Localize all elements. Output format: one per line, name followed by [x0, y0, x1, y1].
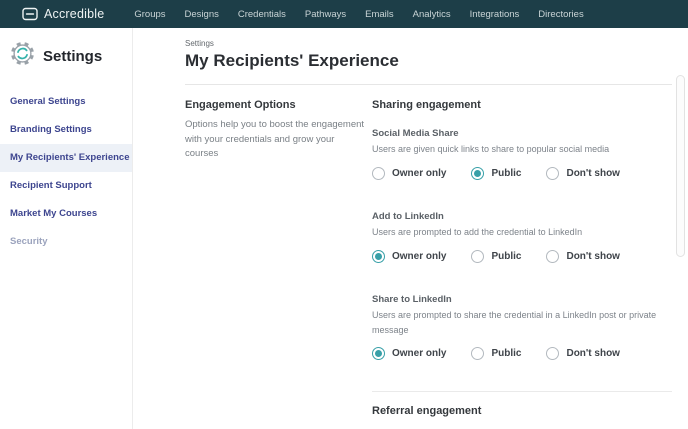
nav-item-pathways[interactable]: Pathways	[305, 9, 346, 20]
sidebar-item-recipient-support[interactable]: Recipient Support	[0, 172, 132, 200]
setting-group-description: Users are given quick links to share to …	[372, 144, 610, 154]
top-nav-items: Groups Designs Credentials Pathways Emails An…	[134, 9, 583, 20]
setting-group-description: Users are prompted to share the credenti…	[372, 309, 657, 335]
radio-button-icon[interactable]	[471, 347, 485, 361]
setting-group-title: Share to LinkedIn	[372, 293, 452, 305]
setting-group-social-media-share: Social Media Share Users are given quick…	[372, 128, 672, 180]
settings-sidebar: Settings General Settings Branding Settin…	[0, 28, 133, 429]
nav-item-analytics[interactable]: Analytics	[413, 9, 451, 20]
brand-logo[interactable]: Accredible	[22, 7, 104, 21]
radio-option-public[interactable]: Public	[471, 166, 521, 180]
sidebar-header: Settings	[0, 36, 132, 88]
engagement-options-column: Engagement Options Options help you to b…	[185, 99, 372, 429]
radio-option-don-t-show[interactable]: Don't show	[546, 347, 620, 361]
brand-name: Accredible	[44, 7, 105, 21]
radio-option-owner-only[interactable]: Owner only	[372, 347, 446, 361]
sidebar-nav: General Settings Branding Settings My Reci…	[0, 88, 132, 256]
radio-option-don-t-show[interactable]: Don't show	[546, 166, 620, 180]
title-divider	[185, 84, 672, 85]
scrollbar-thumb[interactable]	[676, 75, 685, 257]
radio-option-public[interactable]: Public	[471, 347, 521, 361]
setting-group-title: Social Media Share	[372, 128, 459, 139]
radio-option-owner-only[interactable]: Owner only	[372, 249, 446, 263]
nav-item-designs[interactable]: Designs	[185, 9, 219, 20]
radio-group: Owner only Public Don't show	[372, 249, 672, 263]
page-title: My Recipients' Experience	[185, 51, 399, 70]
settings-sections: Sharing engagement Social Media Share Us…	[372, 99, 672, 429]
section-heading: Sharing engagement	[372, 99, 481, 111]
radio-button-icon[interactable]	[471, 166, 485, 180]
nav-item-directories[interactable]: Directories	[538, 9, 583, 20]
radio-button-icon[interactable]	[372, 166, 385, 180]
section-heading: Referral engagement	[372, 405, 482, 418]
sidebar-title: Settings	[43, 47, 103, 65]
sidebar-item-branding-settings[interactable]: Branding Settings	[0, 116, 132, 144]
setting-group-description: Users are prompted to add the credential…	[372, 226, 583, 237]
top-nav: Accredible Groups Designs Credentials Pathw…	[0, 0, 688, 28]
engagement-options-heading: Engagement Options	[185, 99, 296, 111]
breadcrumb: Settings	[185, 39, 214, 48]
engagement-options-description: Options help you to boost the engagement…	[185, 119, 365, 160]
accredible-logo-icon	[22, 7, 38, 21]
radio-button-icon[interactable]	[471, 249, 485, 263]
radio-option-owner-only[interactable]: Owner only	[372, 166, 446, 180]
radio-button-icon[interactable]	[372, 249, 385, 263]
sidebar-item-security[interactable]: Security	[0, 228, 132, 256]
settings-gear-icon	[9, 40, 36, 72]
radio-button-icon[interactable]	[546, 249, 560, 263]
settings-section: Sharing engagement Social Media Share Us…	[372, 99, 672, 361]
setting-group-share-to-linkedin: Share to LinkedIn Users are prompted to …	[372, 294, 672, 361]
radio-group: Owner only Public Don't show	[372, 166, 672, 180]
radio-option-don-t-show[interactable]: Don't show	[546, 249, 620, 263]
nav-item-credentials[interactable]: Credentials	[238, 9, 286, 20]
settings-section: Referral engagement Refer a friend Users…	[372, 391, 672, 429]
nav-item-emails[interactable]: Emails	[365, 9, 394, 20]
radio-group: Owner only Public Don't show	[372, 347, 672, 361]
main-content: Settings My Recipients' Experience Engag…	[134, 28, 688, 429]
radio-button-icon[interactable]	[546, 347, 560, 361]
setting-group-add-to-linkedin: Add to LinkedIn Users are prompted to ad…	[372, 211, 672, 263]
radio-button-icon[interactable]	[546, 166, 560, 180]
nav-item-integrations[interactable]: Integrations	[470, 9, 520, 20]
sidebar-item-general-settings[interactable]: General Settings	[0, 88, 132, 116]
nav-item-groups[interactable]: Groups	[134, 9, 165, 20]
radio-button-icon[interactable]	[372, 347, 385, 361]
sidebar-item-my-recipients-experience[interactable]: My Recipients' Experience	[0, 144, 132, 172]
setting-group-title: Add to LinkedIn	[372, 210, 444, 222]
radio-option-public[interactable]: Public	[471, 249, 521, 263]
sidebar-item-market-my-courses[interactable]: Market My Courses	[0, 200, 132, 228]
